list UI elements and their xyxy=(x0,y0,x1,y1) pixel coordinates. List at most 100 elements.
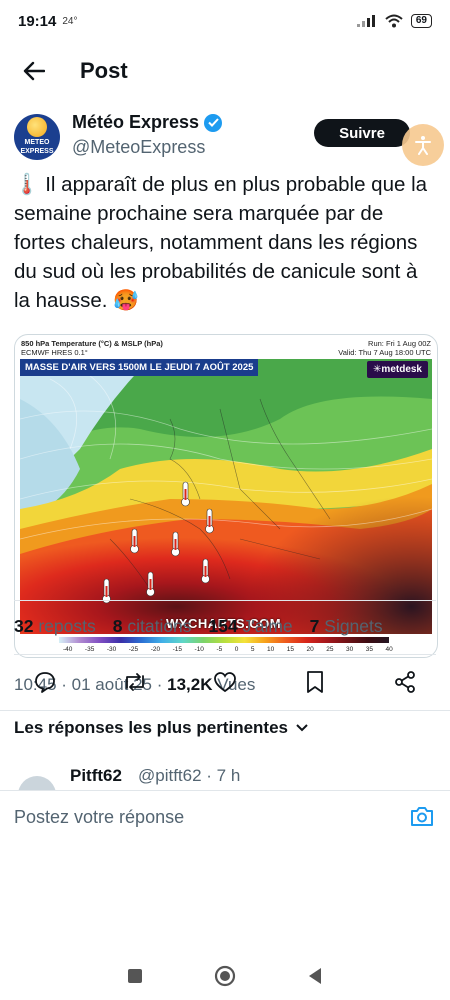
reply-input[interactable]: Postez votre réponse xyxy=(14,807,184,828)
signal-icon xyxy=(356,15,375,27)
reply-icon xyxy=(35,672,55,693)
verified-icon xyxy=(204,113,223,132)
status-time: 19:14 xyxy=(18,12,57,30)
reposts-label: reposts xyxy=(38,616,96,636)
scale-label: -10 xyxy=(194,646,204,653)
post-body: Il apparaît de plus en plus probable que… xyxy=(14,173,428,312)
likes-stat[interactable]: 154 J'aime xyxy=(209,616,293,637)
share-icon xyxy=(395,671,415,693)
avatar-logo-text-2: EXPRESS xyxy=(20,148,54,155)
status-temperature: 24° xyxy=(62,15,78,27)
author-name[interactable]: Météo Express xyxy=(72,112,223,133)
map-valid: Valid: Thu 7 Aug 18:00 UTC xyxy=(338,348,431,357)
map-area: MASSE D'AIR VERS 1500M LE JEUDI 7 AOÛT 2… xyxy=(20,359,432,634)
engagement-stats: 32 reposts 8 citations 154 J'aime 7 Sign… xyxy=(14,616,383,637)
post: METEO EXPRESS Météo Express @MeteoExpres… xyxy=(0,110,450,694)
divider xyxy=(0,710,450,711)
status-icons: 69 xyxy=(356,14,432,28)
accessibility-button[interactable] xyxy=(402,124,444,166)
temperature-map-graphic xyxy=(20,359,432,634)
reposts-count: 32 xyxy=(14,616,34,636)
reply-author-handle: @pitft62 · 7 h xyxy=(138,766,241,785)
metdesk-text: metdesk xyxy=(381,364,422,375)
author-row: METEO EXPRESS Météo Express @MeteoExpres… xyxy=(0,110,450,168)
back-arrow-icon xyxy=(23,61,45,81)
scale-label: -15 xyxy=(172,646,183,653)
sun-logo-icon xyxy=(27,117,47,137)
citations-label: citations xyxy=(127,616,192,636)
back-triangle-icon xyxy=(309,968,321,984)
divider xyxy=(14,600,436,601)
scale-label: -40 xyxy=(63,646,73,653)
reply-item[interactable]: Pitft62 @pitft62 · 7 h xyxy=(0,766,450,790)
map-banner: MASSE D'AIR VERS 1500M LE JEUDI 7 AOÛT 2… xyxy=(20,359,259,376)
back-button[interactable] xyxy=(20,57,48,85)
metdesk-logo: ✳metdesk xyxy=(367,361,428,378)
author-name-text: Météo Express xyxy=(72,112,200,132)
home-icon xyxy=(214,965,236,987)
recents-button[interactable] xyxy=(120,961,150,991)
bookmarks-label: Signets xyxy=(324,616,383,636)
wifi-icon xyxy=(385,14,403,28)
divider xyxy=(14,654,436,655)
reply-avatar[interactable] xyxy=(18,776,56,790)
scale-label: 10 xyxy=(267,646,275,653)
scale-label: 5 xyxy=(250,646,255,653)
hot-face-emoji: 🥵 xyxy=(113,289,139,312)
bookmark-button[interactable] xyxy=(301,668,329,696)
bookmark-icon xyxy=(307,671,323,693)
scale-label: 40 xyxy=(385,646,393,653)
post-text: 🌡️ Il apparaît de plus en plus probable … xyxy=(14,170,436,315)
repost-button[interactable] xyxy=(121,668,149,696)
scale-label: 15 xyxy=(286,646,295,653)
scale-label: -35 xyxy=(84,646,95,653)
map-header-model: ECMWF HRES 0.1° xyxy=(21,348,88,357)
citations-stat[interactable]: 8 citations xyxy=(113,616,192,637)
camera-button[interactable] xyxy=(410,805,436,831)
system-nav-bar xyxy=(0,952,450,1000)
replies-sort-dropdown[interactable]: Les réponses les plus pertinentes xyxy=(14,718,308,738)
like-icon xyxy=(214,672,236,693)
scale-label: 25 xyxy=(326,646,334,653)
author-handle[interactable]: @MeteoExpress xyxy=(72,137,205,158)
reposts-stat[interactable]: 32 reposts xyxy=(14,616,96,637)
chevron-down-icon xyxy=(296,724,308,732)
share-button[interactable] xyxy=(391,668,419,696)
scale-label: 30 xyxy=(346,646,354,653)
post-image-weather-map[interactable]: 850 hPa Temperature (°C) & MSLP (hPa) EC… xyxy=(14,334,438,658)
bookmarks-count: 7 xyxy=(309,616,320,636)
repost-icon xyxy=(126,673,144,691)
avatar[interactable]: METEO EXPRESS xyxy=(14,114,60,160)
thermometer-emoji: 🌡️ xyxy=(14,173,40,196)
likes-label: J'aime xyxy=(242,616,293,636)
temperature-scale-labels: -40 -35 -30 -25 -20 -15 -10 -5 0 5 10 15… xyxy=(63,646,393,653)
scale-label: 0 xyxy=(234,646,239,653)
top-bar: Post xyxy=(0,42,450,100)
recents-icon xyxy=(128,969,142,983)
camera-icon xyxy=(411,807,433,826)
map-run: Run: Fri 1 Aug 00Z xyxy=(368,339,431,348)
map-header-right: Run: Fri 1 Aug 00Z Valid: Thu 7 Aug 18:0… xyxy=(338,339,431,357)
citations-count: 8 xyxy=(112,616,123,636)
post-actions xyxy=(0,662,450,702)
scale-label: -20 xyxy=(150,646,161,653)
reply-author-name[interactable]: Pitft62 xyxy=(70,766,122,786)
replies-header-label: Les réponses les plus pertinentes xyxy=(14,718,288,737)
temperature-scale-bar xyxy=(59,637,389,643)
page-title: Post xyxy=(80,58,128,83)
map-header-left: 850 hPa Temperature (°C) & MSLP (hPa) EC… xyxy=(21,339,163,357)
scale-label: -30 xyxy=(106,646,117,653)
battery-indicator: 69 xyxy=(410,14,432,28)
bookmarks-stat[interactable]: 7 Signets xyxy=(310,616,383,637)
accessibility-icon xyxy=(415,136,431,155)
compose-bar: Postez votre réponse xyxy=(0,790,450,844)
avatar-logo-text-1: METEO xyxy=(24,139,50,146)
scale-label: -25 xyxy=(128,646,139,653)
reply-button[interactable] xyxy=(31,668,59,696)
back-nav-button[interactable] xyxy=(300,961,330,991)
scale-label: -5 xyxy=(216,646,223,653)
scale-label: 20 xyxy=(306,646,314,653)
home-button[interactable] xyxy=(210,961,240,991)
follow-button[interactable]: Suivre xyxy=(314,119,410,147)
like-button[interactable] xyxy=(211,668,239,696)
